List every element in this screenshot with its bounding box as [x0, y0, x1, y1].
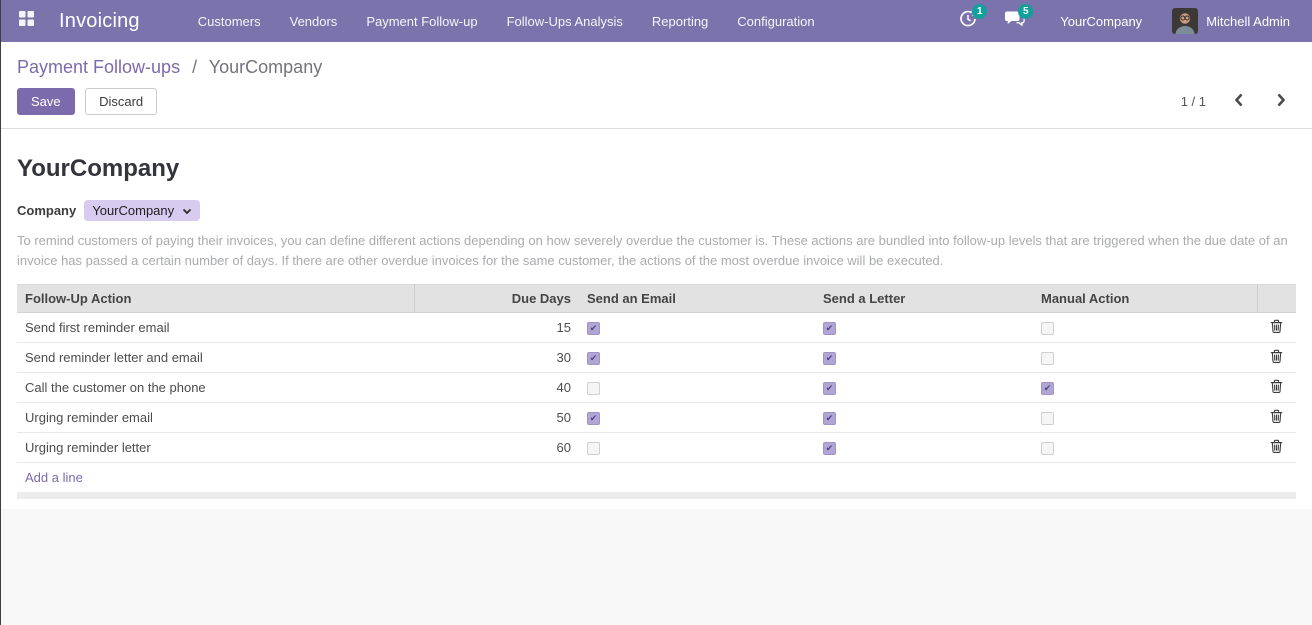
action-cell[interactable]: Urging reminder email — [17, 403, 414, 433]
send-letter-checkbox[interactable] — [823, 442, 836, 455]
pager: 1 / 1 — [1181, 91, 1290, 112]
apps-grid-icon — [19, 11, 34, 31]
app-name[interactable]: Invoicing — [59, 10, 140, 33]
table-row: Send reminder letter and email 30 — [17, 343, 1296, 373]
messages-button[interactable]: 5 — [1005, 10, 1026, 33]
send-email-checkbox[interactable] — [587, 412, 600, 425]
trash-icon — [1270, 319, 1283, 336]
company-field-label: Company — [17, 203, 76, 218]
column-header-send-letter: Send a Letter — [815, 285, 1033, 313]
user-avatar — [1172, 8, 1198, 34]
trash-icon — [1270, 439, 1283, 456]
send-email-checkbox[interactable] — [587, 442, 600, 455]
chevron-down-icon — [182, 203, 192, 218]
menu-item-payment-follow-up[interactable]: Payment Follow-up — [366, 14, 477, 29]
send-email-checkbox[interactable] — [587, 382, 600, 395]
manual-action-checkbox[interactable] — [1041, 322, 1054, 335]
due-days-cell[interactable]: 60 — [414, 433, 579, 463]
user-name: Mitchell Admin — [1206, 14, 1290, 29]
send-email-checkbox[interactable] — [587, 322, 600, 335]
column-header-delete — [1257, 285, 1296, 313]
due-days-cell[interactable]: 15 — [414, 313, 579, 343]
pager-previous-button[interactable] — [1230, 91, 1248, 112]
main-menu: Customers Vendors Payment Follow-up Foll… — [198, 14, 815, 29]
send-letter-checkbox[interactable] — [823, 412, 836, 425]
manual-action-checkbox[interactable] — [1041, 352, 1054, 365]
pager-value[interactable]: 1 / 1 — [1181, 94, 1206, 109]
send-letter-checkbox[interactable] — [823, 322, 836, 335]
trash-icon — [1270, 349, 1283, 366]
manual-action-checkbox[interactable] — [1041, 382, 1054, 395]
company-switcher[interactable]: YourCompany — [1060, 14, 1142, 29]
due-days-cell[interactable]: 30 — [414, 343, 579, 373]
control-panel: Payment Follow-ups / YourCompany Save Di… — [1, 42, 1312, 129]
form-buttons: Save Discard — [17, 88, 157, 115]
menu-item-reporting[interactable]: Reporting — [652, 14, 708, 29]
form-sheet: YourCompany Company YourCompany To remin… — [1, 129, 1312, 509]
delete-row-button[interactable] — [1270, 409, 1283, 426]
manual-action-checkbox[interactable] — [1041, 442, 1054, 455]
send-letter-checkbox[interactable] — [823, 382, 836, 395]
table-row: Call the customer on the phone 40 — [17, 373, 1296, 403]
column-header-send-email: Send an Email — [579, 285, 815, 313]
due-days-cell[interactable]: 50 — [414, 403, 579, 433]
trash-icon — [1270, 409, 1283, 426]
column-header-manual-action: Manual Action — [1033, 285, 1257, 313]
chevron-right-icon — [1276, 93, 1286, 110]
table-footer-strip — [17, 492, 1296, 499]
breadcrumb-parent-link[interactable]: Payment Follow-ups — [17, 57, 180, 77]
save-button[interactable]: Save — [17, 88, 75, 115]
breadcrumb-current: YourCompany — [209, 57, 322, 77]
due-days-cell[interactable]: 40 — [414, 373, 579, 403]
table-row: Urging reminder letter 60 — [17, 433, 1296, 463]
message-count-badge: 5 — [1018, 4, 1033, 19]
action-cell[interactable]: Call the customer on the phone — [17, 373, 414, 403]
menu-item-customers[interactable]: Customers — [198, 14, 261, 29]
top-navbar: Invoicing Customers Vendors Payment Foll… — [1, 0, 1312, 42]
page: Invoicing Customers Vendors Payment Foll… — [0, 0, 1312, 625]
followup-help-text: To remind customers of paying their invo… — [17, 231, 1296, 270]
delete-row-button[interactable] — [1270, 439, 1283, 456]
action-cell[interactable]: Urging reminder letter — [17, 433, 414, 463]
page-title: YourCompany — [17, 129, 1296, 183]
pager-next-button[interactable] — [1272, 91, 1290, 112]
table-header-row: Follow-Up Action Due Days Send an Email … — [17, 285, 1296, 313]
breadcrumb-separator: / — [192, 57, 197, 77]
menu-item-vendors[interactable]: Vendors — [290, 14, 338, 29]
company-select-value: YourCompany — [92, 203, 174, 218]
breadcrumb: Payment Follow-ups / YourCompany — [17, 55, 1290, 79]
action-cell[interactable]: Send reminder letter and email — [17, 343, 414, 373]
user-menu[interactable]: Mitchell Admin — [1172, 8, 1290, 34]
page-background — [1, 509, 1312, 625]
send-letter-checkbox[interactable] — [823, 352, 836, 365]
discard-button[interactable]: Discard — [85, 88, 157, 115]
column-header-due-days: Due Days — [414, 285, 579, 313]
delete-row-button[interactable] — [1270, 379, 1283, 396]
manual-action-checkbox[interactable] — [1041, 412, 1054, 425]
trash-icon — [1270, 379, 1283, 396]
send-email-checkbox[interactable] — [587, 352, 600, 365]
add-a-line-link[interactable]: Add a line — [17, 463, 1296, 492]
apps-menu-button[interactable] — [13, 8, 39, 34]
table-row: Send first reminder email 15 — [17, 313, 1296, 343]
activities-button[interactable]: 1 — [959, 10, 977, 33]
navbar-systray: 1 5 YourCompany Mitchell Admin — [931, 8, 1290, 34]
delete-row-button[interactable] — [1270, 349, 1283, 366]
followup-levels-table: Follow-Up Action Due Days Send an Email … — [17, 284, 1296, 463]
activity-count-badge: 1 — [972, 4, 987, 19]
table-row: Urging reminder email 50 — [17, 403, 1296, 433]
menu-item-follow-ups-analysis[interactable]: Follow-Ups Analysis — [507, 14, 623, 29]
menu-item-configuration[interactable]: Configuration — [737, 14, 814, 29]
company-select[interactable]: YourCompany — [84, 200, 200, 221]
action-cell[interactable]: Send first reminder email — [17, 313, 414, 343]
delete-row-button[interactable] — [1270, 319, 1283, 336]
column-header-action: Follow-Up Action — [17, 285, 414, 313]
company-field-row: Company YourCompany — [17, 200, 1296, 221]
chevron-left-icon — [1234, 93, 1244, 110]
